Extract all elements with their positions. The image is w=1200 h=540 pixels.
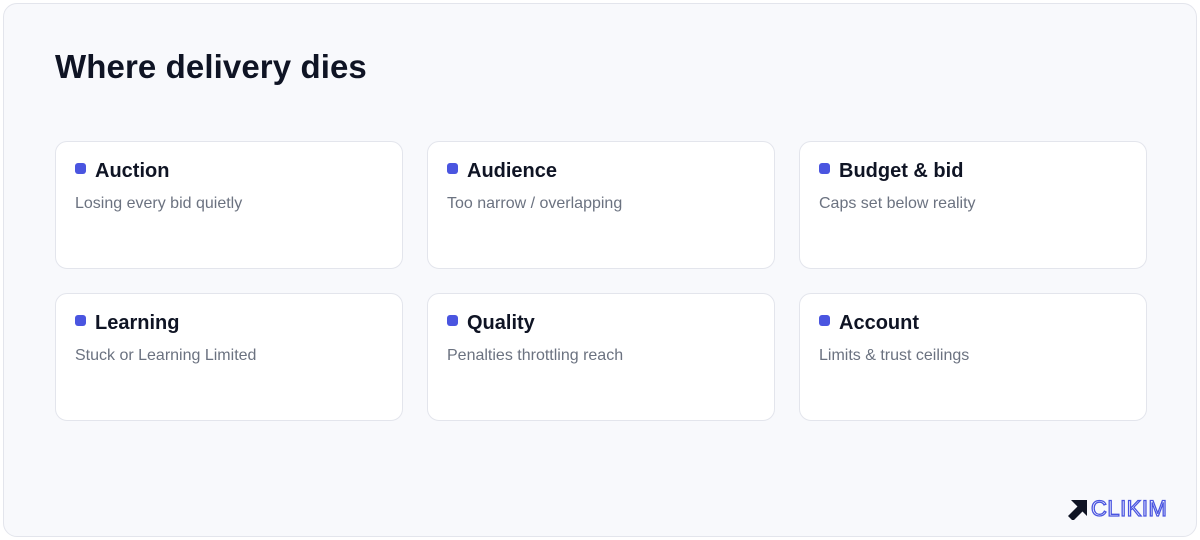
card-auction: Auction Losing every bid quietly: [55, 141, 403, 269]
bullet-square-icon: [447, 163, 458, 174]
card-learning: Learning Stuck or Learning Limited: [55, 293, 403, 421]
card-description: Caps set below reality: [819, 195, 976, 212]
card-title: Auction: [95, 160, 170, 182]
card-description: Penalties throttling reach: [447, 347, 624, 364]
card-title: Learning: [95, 312, 180, 334]
card-description: Limits & trust ceilings: [819, 347, 970, 364]
card-description: Stuck or Learning Limited: [75, 347, 257, 364]
card-audience: Audience Too narrow / overlapping: [427, 141, 775, 269]
card-title: Account: [839, 312, 919, 334]
bullet-square-icon: [819, 163, 830, 174]
card-quality: Quality Penalties throttling reach: [427, 293, 775, 421]
page-title: Where delivery dies: [55, 48, 367, 85]
slide-frame: Where delivery dies Auction Losing every…: [3, 3, 1197, 537]
card-description: Losing every bid quietly: [75, 195, 243, 212]
bullet-square-icon: [447, 315, 458, 326]
bullet-square-icon: [75, 163, 86, 174]
card-description: Too narrow / overlapping: [447, 195, 623, 212]
arrow-up-right-icon: [1068, 500, 1087, 520]
card-title: Quality: [467, 312, 535, 334]
cause-grid: Auction Losing every bid quietly Audienc…: [55, 141, 1147, 421]
card-title: Budget & bid: [839, 160, 964, 182]
card-budget-bid: Budget & bid Caps set below reality: [799, 141, 1147, 269]
card-account: Account Limits & trust ceilings: [799, 293, 1147, 421]
brand-logo: CLIKIM: [1067, 495, 1168, 522]
bullet-square-icon: [819, 315, 830, 326]
brand-logo-text: CLIKIM: [1090, 495, 1168, 521]
bullet-square-icon: [75, 315, 86, 326]
card-title: Audience: [467, 160, 558, 182]
